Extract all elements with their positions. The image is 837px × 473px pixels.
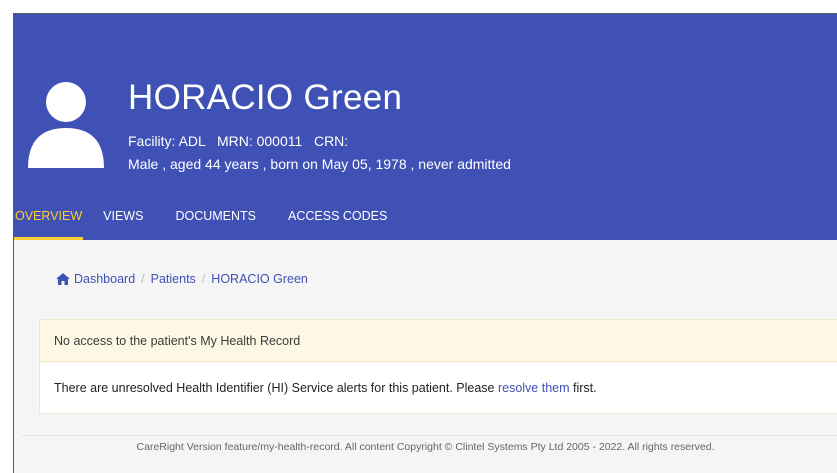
patient-details: Male , aged 44 years , born on May 05, 1… — [128, 156, 511, 172]
tab-access-codes[interactable]: ACCESS CODES — [288, 202, 387, 240]
app-frame: HORACIO Green Facility: ADL MRN: 000011 … — [13, 13, 837, 473]
tab-views[interactable]: VIEWS — [103, 202, 143, 240]
patient-identifiers: Facility: ADL MRN: 000011 CRN: — [128, 133, 349, 149]
alert-text-end: first. — [569, 381, 597, 395]
footer-copyright: CareRight Version feature/my-health-reco… — [136, 441, 715, 453]
patient-name: HORACIO Green — [128, 78, 403, 117]
footer-divider — [22, 435, 837, 436]
breadcrumb-patient[interactable]: HORACIO Green — [211, 272, 308, 286]
alert-message: There are unresolved Health Identifier (… — [40, 362, 837, 414]
resolve-link[interactable]: resolve them — [498, 381, 570, 395]
patient-tabs: OVERVIEW VIEWS DOCUMENTS ACCESS CODES — [14, 202, 837, 240]
breadcrumb-separator: / — [201, 272, 206, 286]
breadcrumb-dashboard[interactable]: Dashboard — [74, 272, 135, 286]
alert-text: There are unresolved Health Identifier (… — [54, 381, 498, 395]
breadcrumb-separator: / — [141, 272, 145, 286]
person-icon — [28, 82, 104, 168]
patient-header: HORACIO Green Facility: ADL MRN: 000011 … — [14, 14, 837, 240]
tab-documents[interactable]: DOCUMENTS — [175, 202, 256, 240]
breadcrumb: Dashboard / Patients / HORACIO Green — [56, 272, 308, 286]
mhr-alert-panel: No access to the patient's My Health Rec… — [39, 319, 837, 414]
breadcrumb-patients[interactable]: Patients — [151, 272, 196, 286]
home-icon — [56, 273, 70, 285]
tab-overview[interactable]: OVERVIEW — [14, 202, 84, 240]
alert-heading: No access to the patient's My Health Rec… — [40, 320, 837, 362]
